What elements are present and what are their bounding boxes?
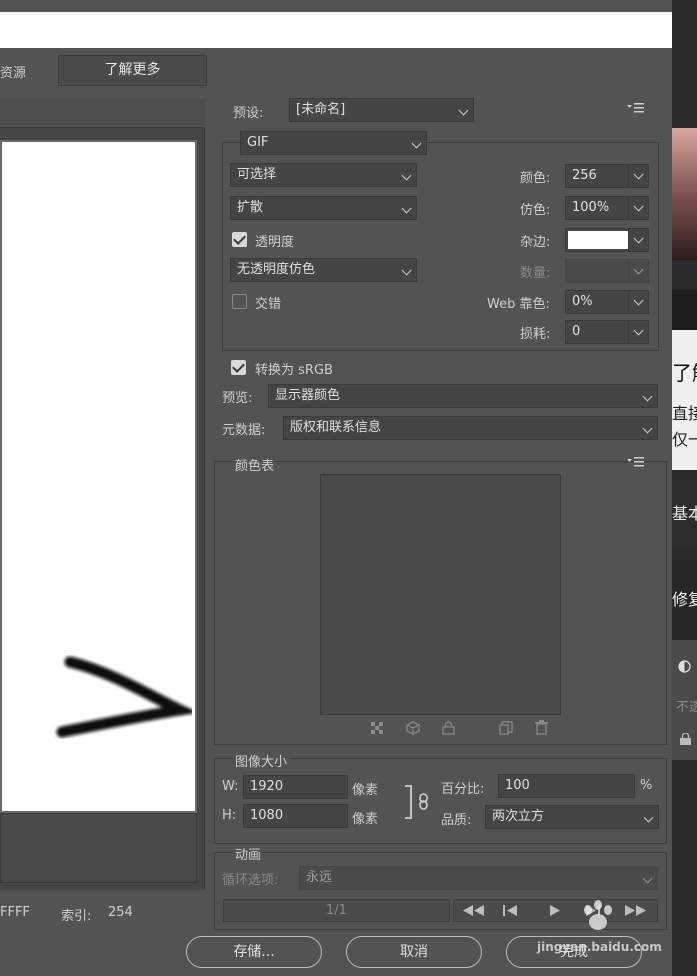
- lossy-label: 损耗:: [520, 327, 551, 342]
- percent-field[interactable]: 100: [498, 774, 635, 798]
- web-snap-label: Web 靠色:: [487, 297, 550, 312]
- save-button[interactable]: 存储...: [186, 936, 322, 968]
- height-unit: 像素: [352, 812, 379, 827]
- web-snap-field[interactable]: 0%: [565, 290, 649, 314]
- color-gradient-swatch[interactable]: [672, 128, 697, 260]
- loop-select: 永远: [299, 866, 658, 890]
- color-table-label: 颜色表: [233, 455, 277, 474]
- cancel-button[interactable]: 取消: [346, 936, 482, 968]
- preview-lower-area: [0, 813, 197, 883]
- loop-label: 循环选项:: [222, 873, 279, 888]
- preset-label: 预设:: [233, 106, 264, 121]
- top-white-bar: [0, 12, 672, 48]
- learn-line-2: 仅一: [672, 430, 697, 449]
- dither-algorithm-select[interactable]: 扩散: [230, 196, 417, 220]
- matte-color-swatch[interactable]: [568, 231, 628, 249]
- amount-label: 数量:: [520, 266, 551, 281]
- height-field[interactable]: 1080: [243, 804, 348, 828]
- preview-label: 预览:: [222, 391, 253, 406]
- height-label: H:: [222, 808, 237, 823]
- format-select[interactable]: GIF: [240, 131, 427, 155]
- learn-more-button[interactable]: 了解更多: [58, 55, 207, 86]
- image-size-label: 图像大小: [233, 751, 290, 770]
- resources-label: 资源: [0, 66, 27, 81]
- frame-counter: 1/1: [223, 899, 450, 922]
- link-constrain-icon[interactable]: [403, 784, 431, 820]
- transparency-dither-select[interactable]: 无透明度仿色: [230, 258, 417, 282]
- width-field[interactable]: 1920: [243, 775, 348, 799]
- metadata-label: 元数据:: [222, 423, 266, 438]
- preset-menu-icon[interactable]: [627, 103, 645, 113]
- percent-sign: %: [640, 778, 653, 793]
- image-size-group: [214, 758, 667, 844]
- right-panel-divider: [672, 290, 697, 330]
- metadata-select[interactable]: 版权和联系信息: [283, 416, 658, 440]
- convert-srgb-checkbox[interactable]: [231, 360, 246, 375]
- colors-label: 颜色:: [520, 171, 551, 186]
- dither-field[interactable]: 100%: [565, 196, 649, 220]
- status-index-label: 索引:: [61, 909, 92, 924]
- color-reduction-select[interactable]: 可选择: [230, 163, 417, 187]
- basic-tile-label: 基本: [672, 504, 697, 523]
- first-frame-icon[interactable]: [463, 905, 485, 916]
- repair-tile-label: 修复: [672, 590, 697, 609]
- width-unit: 像素: [352, 783, 379, 798]
- status-hex: FFFF: [0, 905, 30, 920]
- interlace-label: 交错: [255, 297, 282, 312]
- last-frame-icon[interactable]: [625, 905, 647, 916]
- matte-label: 杂边:: [520, 235, 551, 250]
- matte-field[interactable]: [565, 228, 649, 252]
- convert-srgb-label: 转换为 sRGB: [255, 363, 333, 378]
- play-icon[interactable]: [550, 905, 561, 916]
- color-table-menu-icon[interactable]: [627, 457, 645, 467]
- transparency-checkbox[interactable]: [232, 232, 247, 247]
- trash-icon[interactable]: [535, 720, 548, 735]
- status-index-value: 254: [108, 905, 133, 920]
- new-color-icon[interactable]: [499, 721, 513, 735]
- quality-label: 品质:: [441, 813, 472, 828]
- cube-icon[interactable]: [406, 721, 420, 735]
- width-label: W:: [222, 779, 239, 794]
- preview-tab-bar: [0, 98, 205, 128]
- learn-title: 了解: [672, 361, 697, 385]
- adjustment-icon[interactable]: [678, 660, 691, 673]
- prev-frame-icon[interactable]: [503, 905, 519, 916]
- preview-canvas[interactable]: [0, 140, 197, 813]
- amount-field: [565, 259, 649, 283]
- preview-select[interactable]: 显示器颜色: [268, 384, 658, 408]
- web-shift-icon[interactable]: [371, 722, 384, 735]
- animation-label: 动画: [233, 844, 264, 863]
- lock-icon[interactable]: [442, 721, 455, 735]
- colors-field[interactable]: 256: [565, 164, 649, 188]
- watermark-text: jingyan.baidu.com: [537, 940, 662, 954]
- dither-label: 仿色:: [520, 203, 551, 218]
- opacity-label: 不透: [676, 700, 697, 715]
- layer-lock-icon[interactable]: [680, 733, 691, 745]
- interlace-checkbox[interactable]: [232, 294, 247, 309]
- percent-label: 百分比:: [441, 782, 485, 797]
- brush-stroke-image: [56, 656, 197, 738]
- preset-select[interactable]: [未命名]: [289, 98, 474, 122]
- transparency-label: 透明度: [255, 235, 295, 250]
- lossy-field[interactable]: 0: [565, 320, 649, 344]
- learn-line-1: 直接: [672, 404, 697, 423]
- quality-select[interactable]: 两次立方: [485, 805, 659, 829]
- color-table-swatches[interactable]: [320, 474, 561, 715]
- baidu-paw-logo: [584, 900, 612, 930]
